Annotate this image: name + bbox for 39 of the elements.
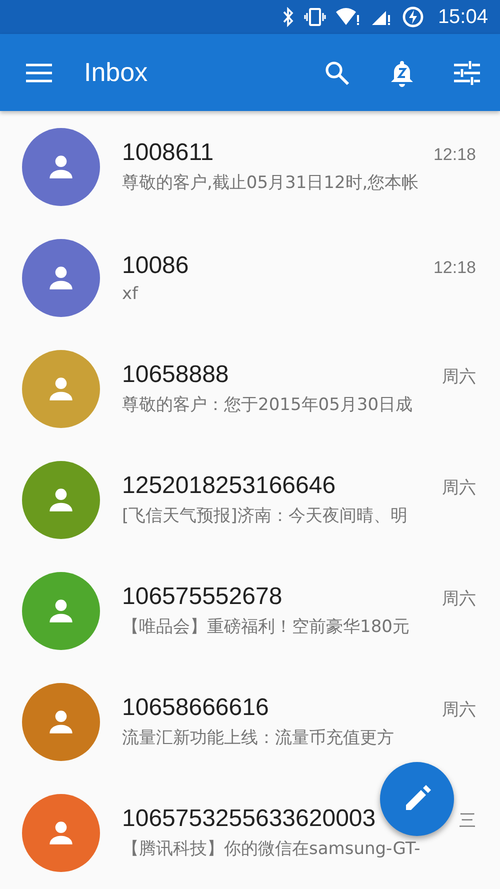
message-time: 周六 (442, 477, 476, 499)
sender-name: 1252018253166646 (122, 472, 336, 500)
sender-name: 106575552678 (122, 583, 282, 611)
message-preview: 尊敬的客户,截止05月31日12时,您本帐 (122, 172, 420, 194)
message-time: 12:18 (433, 145, 476, 165)
vibrate-icon (304, 8, 326, 26)
message-time: 周六 (442, 699, 476, 721)
app-title: Inbox (84, 57, 149, 88)
message-time: 周六 (442, 588, 476, 610)
menu-icon[interactable] (26, 62, 52, 82)
message-preview: 流量汇新功能上线：流量币充值更方 (122, 727, 395, 749)
search-icon[interactable] (324, 60, 350, 86)
message-preview: 尊敬的客户：您于2015年05月30日成 (122, 394, 414, 416)
conversation-item[interactable]: 10658888 周六 尊敬的客户：您于2015年05月30日成 (0, 333, 500, 444)
bluetooth-icon (282, 7, 294, 27)
message-preview: xf (122, 284, 140, 304)
sender-name: 10658666616 (122, 694, 269, 722)
message-preview: 【腾讯科技】你的微信在samsung-GT- (122, 838, 422, 860)
compose-button[interactable] (380, 762, 454, 836)
message-time: 三 (459, 810, 476, 832)
conversation-item[interactable]: 1252018253166646 周六 [飞信天气预报]济南：今天夜间晴、明 (0, 444, 500, 555)
message-preview: [飞信天气预报]济南：今天夜间晴、明 (122, 505, 408, 527)
conversation-item[interactable]: 1008611 12:18 尊敬的客户,截止05月31日12时,您本帐 (0, 111, 500, 222)
sliders-icon[interactable] (454, 60, 480, 84)
sender-name: 10658888 (122, 361, 229, 389)
sender-name: 1065753255633620003 (122, 805, 376, 833)
message-preview: 【唯品会】重磅福利！空前豪华180元 (122, 616, 410, 638)
sender-name: 10086 (122, 252, 189, 280)
message-time: 周六 (442, 366, 476, 388)
snooze-bell-icon[interactable] (390, 58, 414, 86)
sender-name: 1008611 (122, 139, 214, 167)
wifi-icon (336, 7, 362, 27)
message-time: 12:18 (433, 258, 476, 278)
conversation-item[interactable]: 1065753255633620003 三 【腾讯科技】你的微信在samsung-GT- (0, 777, 500, 888)
conversation-item[interactable]: 10086 12:18 xf (0, 222, 500, 333)
battery-charging-icon (402, 6, 424, 28)
conversation-item[interactable]: 10658666616 周六 流量汇新功能上线：流量币充值更方 (0, 666, 500, 777)
status-time: 15:04 (438, 6, 488, 28)
conversation-item[interactable]: 106575552678 周六 【唯品会】重磅福利！空前豪华180元 (0, 555, 500, 666)
